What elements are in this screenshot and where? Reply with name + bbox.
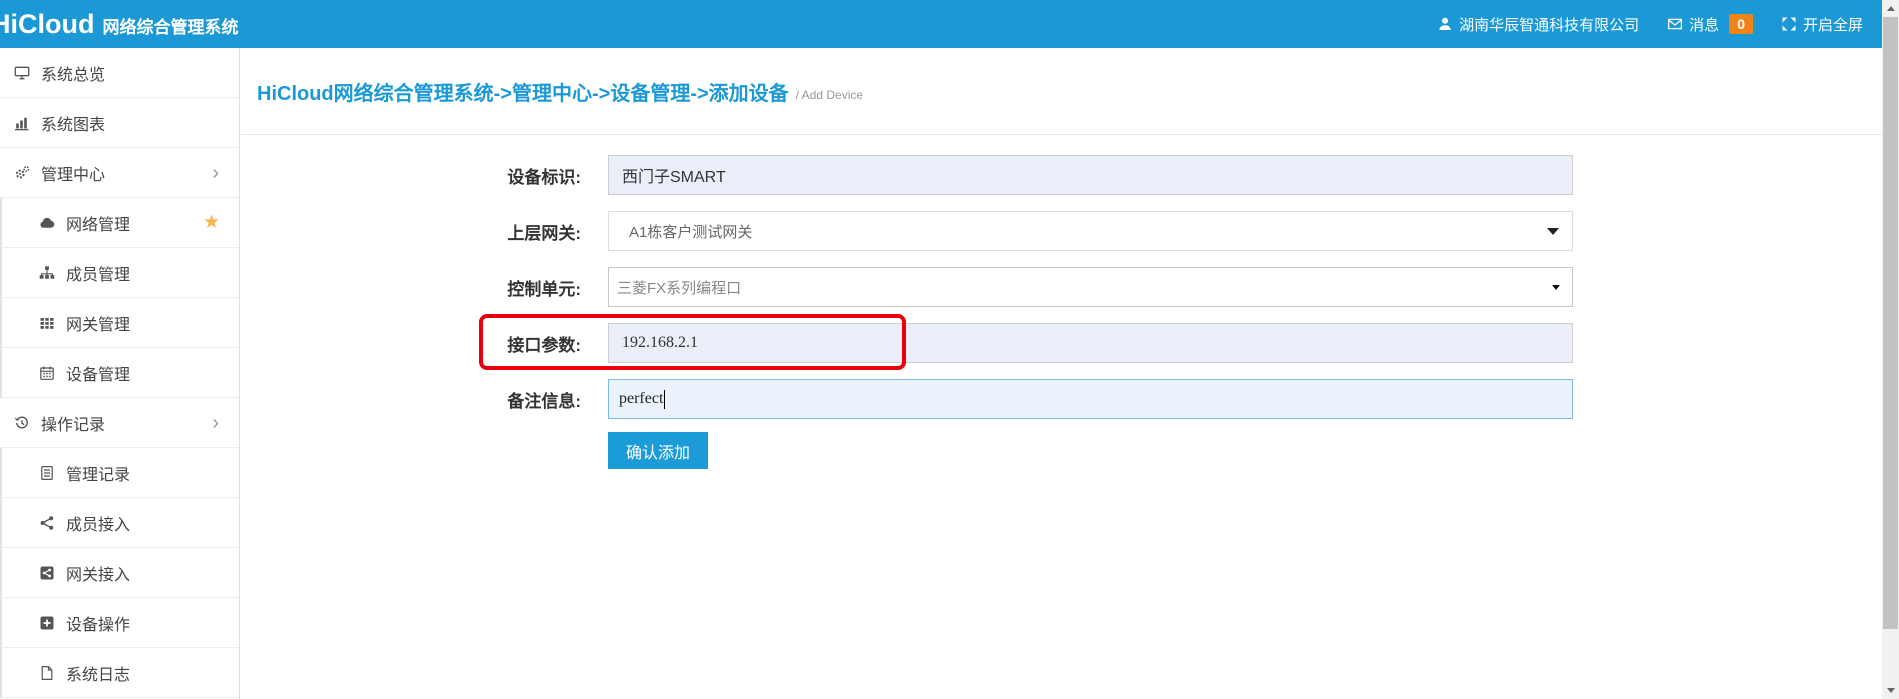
sidebar-item-label: 系统图表 [41,111,105,135]
field-upper-gateway-select[interactable]: A1栋客户测试网关 [608,211,1573,251]
gears-icon [14,165,34,181]
sidebar-item-label: 设备操作 [66,611,130,635]
sidebar-item-label: 网络管理 [66,211,130,235]
sidebar-item-management-center[interactable]: 管理中心 › [0,148,239,198]
sidebar-item-label: 网关管理 [66,311,130,335]
vertical-scrollbar [1882,0,1899,699]
top-bar: HiCloud 网络综合管理系统 湖南华辰智通科技有限公司 消息 0 开启全屏 [0,0,1882,48]
messages-button[interactable]: 消息 0 [1667,14,1753,35]
triangle-up-icon [1887,6,1895,11]
field-label-upper-gateway: 上层网关: [431,219,581,244]
field-device-id-input[interactable]: 西门子SMART [608,155,1573,195]
topbar-right: 湖南华辰智通科技有限公司 消息 0 开启全屏 [1437,14,1863,35]
form-row-interface-params: 接口参数: 192.168.2.1 [431,323,1813,363]
sidebar-item-label: 系统总览 [41,61,105,85]
bar-chart-icon [14,115,34,131]
cloud-icon [39,215,59,231]
sidebar-item-member-management[interactable]: 成员管理 [0,248,239,298]
share-icon [39,515,59,531]
star-icon: ★ [203,213,220,232]
fullscreen-label: 开启全屏 [1803,14,1863,35]
sidebar-item-label: 设备管理 [66,361,130,385]
add-device-form: 设备标识: 西门子SMART 上层网关: A1栋客户测试网关控制单元: 三菱FX系列编程… [241,135,1882,469]
sidebar-item-system-charts[interactable]: 系统图表 [0,98,239,148]
sidebar-item-label: 成员管理 [66,261,130,285]
sidebar-item-label: 管理中心 [41,161,105,185]
chevron-right-icon: › [212,413,219,433]
plus-square-icon [39,615,59,631]
company-name: 湖南华辰智通科技有限公司 [1459,14,1639,35]
field-value: perfect [619,390,663,408]
fullscreen-icon [1781,16,1797,32]
scrollbar-thumb[interactable] [1883,17,1898,629]
scroll-up-button[interactable] [1882,0,1899,17]
sidebar: 系统总览系统图表管理中心 › 网络管理 ★ 成员管理网关管理设备管理操作记录 › 管理记录成… [0,48,240,699]
field-value: 192.168.2.1 [622,334,698,352]
page-header: HiCloud网络综合管理系统->管理中心->设备管理->添加设备 / Add … [241,48,1882,135]
envelope-icon [1667,16,1683,32]
messages-label: 消息 [1689,14,1719,35]
company-account[interactable]: 湖南华辰智通科技有限公司 [1437,14,1639,35]
messages-count-badge: 0 [1729,14,1753,34]
scroll-down-button[interactable] [1882,682,1899,699]
form-row-control-unit: 控制单元: 三菱FX系列编程口 [431,267,1813,307]
field-value: A1栋客户测试网关 [629,221,752,242]
confirm-add-button[interactable]: 确认添加 [608,432,708,469]
field-control-unit-select[interactable]: 三菱FX系列编程口 [608,267,1573,307]
app-logo: HiCloud 网络综合管理系统 [0,9,238,40]
desktop-icon [14,65,34,81]
chevron-right-icon: › [212,163,219,183]
logo-brand: HiCloud [0,9,94,40]
sidebar-item-label: 管理记录 [66,461,130,485]
sidebar-item-management-records[interactable]: 管理记录 [0,448,239,498]
sidebar-item-device-management[interactable]: 设备管理 [0,348,239,398]
field-interface-params-input[interactable]: 192.168.2.1 [608,323,1573,363]
breadcrumb: HiCloud网络综合管理系统->管理中心->设备管理->添加设备 [257,77,789,106]
field-label-remark: 备注信息: [431,387,581,412]
logo-suffix: 网络综合管理系统 [102,13,238,38]
sidebar-item-system-overview[interactable]: 系统总览 [0,48,239,98]
calendar-icon [39,365,59,381]
sidebar-item-network-management[interactable]: 网络管理 ★ [0,198,239,248]
form-row-remark: 备注信息: perfect [431,379,1813,419]
user-icon [1437,16,1453,32]
file-icon [39,665,59,681]
form-row-device-id: 设备标识: 西门子SMART [431,155,1813,195]
field-label-device-id: 设备标识: [431,163,581,188]
history-icon [14,415,34,431]
field-value: 三菱FX系列编程口 [617,277,741,298]
caret-down-icon [1552,285,1560,290]
sidebar-item-operation-records[interactable]: 操作记录 › [0,398,239,448]
breadcrumb-suffix: / Add Device [796,88,863,102]
main-content: HiCloud网络综合管理系统->管理中心->设备管理->添加设备 / Add … [241,48,1882,699]
text-cursor [664,390,665,409]
sidebar-menu: 系统总览系统图表管理中心 › 网络管理 ★ 成员管理网关管理设备管理操作记录 › 管理记录成… [0,48,239,698]
field-label-control-unit: 控制单元: [431,275,581,300]
field-label-interface-params: 接口参数: [431,331,581,356]
sidebar-item-gateway-management[interactable]: 网关管理 [0,298,239,348]
sidebar-item-gateway-access[interactable]: 网关接入 [0,548,239,598]
sidebar-item-label: 网关接入 [66,561,130,585]
fullscreen-button[interactable]: 开启全屏 [1781,14,1863,35]
sidebar-item-label: 操作记录 [41,411,105,435]
triangle-down-icon [1887,688,1895,693]
form-row-upper-gateway: 上层网关: A1栋客户测试网关 [431,211,1813,251]
sidebar-item-member-access[interactable]: 成员接入 [0,498,239,548]
sidebar-item-device-operation[interactable]: 设备操作 [0,598,239,648]
field-value: 西门子SMART [622,163,726,187]
sitemap-icon [39,265,59,281]
field-remark-input[interactable]: perfect [608,379,1573,419]
sidebar-item-label: 系统日志 [66,661,130,685]
share-square-icon [39,565,59,581]
file-text-icon [39,465,59,481]
caret-down-icon [1547,228,1559,235]
grid-icon [39,315,59,331]
sidebar-item-label: 成员接入 [66,511,130,535]
sidebar-item-system-log[interactable]: 系统日志 [0,648,239,698]
